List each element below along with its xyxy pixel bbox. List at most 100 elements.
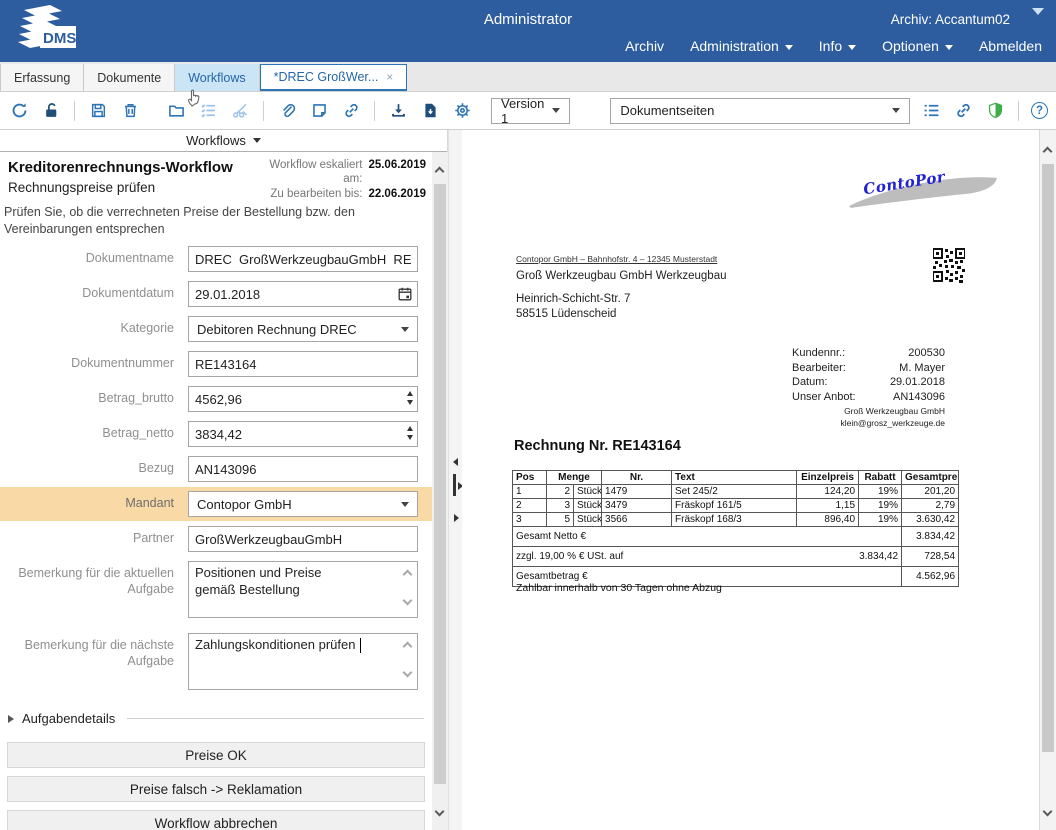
field-label: Kategorie xyxy=(0,321,188,337)
collapse-left-icon[interactable] xyxy=(453,458,458,466)
document-viewer: ContoPor Contopor GmbH – Bahnhofstr. 4 –… xyxy=(462,130,1040,830)
workflow-task-name: Rechnungspreise prüfen xyxy=(8,180,233,195)
workflow-abbrechen-button[interactable]: Workflow abbrechen xyxy=(7,810,425,830)
download-icon[interactable] xyxy=(387,100,409,122)
mandant-select[interactable]: Contopor GmbH xyxy=(188,491,418,517)
field-label: Betrag_netto xyxy=(0,426,188,442)
aufgabendetails-expander[interactable]: Aufgabendetails xyxy=(8,711,424,726)
escalated-date: 25.06.2019 xyxy=(368,159,426,187)
document-scrollbar[interactable] xyxy=(1040,130,1056,830)
kategorie-select[interactable]: Debitoren Rechnung DREC xyxy=(188,316,418,342)
preise-falsch-button[interactable]: Preise falsch -> Reklamation xyxy=(7,776,425,802)
refresh-icon[interactable] xyxy=(8,100,30,122)
archive-dropdown-caret-icon[interactable] xyxy=(1032,8,1044,15)
version-select[interactable]: Version 1 xyxy=(491,98,570,124)
menu-item-optionen[interactable]: Optionen xyxy=(882,38,953,54)
invoice-page: ContoPor Contopor GmbH – Bahnhofstr. 4 –… xyxy=(462,130,1039,830)
due-label: Zu bearbeiten bis: xyxy=(262,188,362,202)
number-stepper[interactable] xyxy=(407,426,413,440)
betrag-brutto-input[interactable] xyxy=(188,386,418,412)
index-list-icon[interactable] xyxy=(920,100,942,122)
link-icon[interactable] xyxy=(340,100,362,122)
folder-icon[interactable] xyxy=(165,100,187,122)
close-tab-icon[interactable]: × xyxy=(386,71,393,83)
toolbar-separator xyxy=(1018,101,1019,121)
chevron-down-icon xyxy=(945,45,953,50)
toolbar-separator xyxy=(263,101,264,121)
bemerkung-aktuell-textarea[interactable] xyxy=(188,561,418,618)
scrollbar-thumb[interactable] xyxy=(1042,164,1054,752)
field-label: Bemerkung für die nächste Aufgabe xyxy=(0,633,188,669)
field-label: Bemerkung für die aktuellen Aufgabe xyxy=(0,561,188,597)
table-row: 23Stück3479Fräskopf 161/51,1519%2,79 xyxy=(513,499,959,513)
number-stepper[interactable] xyxy=(407,391,413,405)
document-pages-select[interactable]: Dokumentseiten xyxy=(610,98,910,124)
save-icon[interactable] xyxy=(87,100,109,122)
step-down-icon[interactable] xyxy=(407,400,413,405)
betrag-netto-input[interactable] xyxy=(188,421,418,447)
scroll-up-icon[interactable] xyxy=(436,162,443,180)
workflow-name: Kreditorenrechnungs-Workflow xyxy=(8,159,233,178)
tab-dokumente[interactable]: Dokumente xyxy=(84,64,175,91)
chevron-down-icon xyxy=(401,502,409,507)
field-label: Bezug xyxy=(0,461,188,477)
note-icon[interactable] xyxy=(308,100,330,122)
tab-erfassung[interactable]: Erfassung xyxy=(0,64,84,91)
menu-item-abmelden[interactable]: Abmelden xyxy=(979,38,1042,54)
delete-icon[interactable] xyxy=(119,100,141,122)
dokumentdatum-input[interactable] xyxy=(188,281,418,307)
workflow-panel: Workflows Kreditorenrechnungs-Workflow R… xyxy=(0,130,448,830)
main-menu: Archiv Administration Info Optionen Abme… xyxy=(625,38,1042,54)
payment-terms: Zahlbar innerhalb von 30 Tagen ohne Abzu… xyxy=(516,582,722,594)
unlock-icon[interactable] xyxy=(40,100,62,122)
field-label: Mandant xyxy=(0,496,188,512)
dokumentnummer-input[interactable] xyxy=(188,351,418,377)
partner-input[interactable] xyxy=(188,526,418,552)
shield-icon[interactable] xyxy=(984,100,1006,122)
bemerkung-naechste-textarea[interactable] xyxy=(188,633,418,690)
tab-workflows[interactable]: Workflows xyxy=(175,64,259,91)
menu-item-administration[interactable]: Administration xyxy=(690,38,793,54)
chevron-right-icon xyxy=(8,715,14,723)
left-panel-scrollbar[interactable] xyxy=(432,152,448,830)
dokumentname-input[interactable] xyxy=(188,246,418,272)
scroll-down-icon[interactable] xyxy=(1044,802,1051,820)
field-row-kategorie: Kategorie Debitoren Rechnung DREC xyxy=(0,316,432,342)
panel-splitter[interactable] xyxy=(448,130,462,830)
field-row-dokumentname: Dokumentname xyxy=(0,246,432,272)
menu-item-info[interactable]: Info xyxy=(819,38,856,54)
splitter-grip[interactable] xyxy=(453,474,456,496)
export-document-icon[interactable] xyxy=(419,100,441,122)
chevron-down-icon xyxy=(892,108,900,113)
attachment-icon[interactable] xyxy=(276,100,298,122)
calendar-icon[interactable] xyxy=(397,286,413,302)
field-row-bemerkung-naechste: Bemerkung für die nächste Aufgabe xyxy=(0,633,432,695)
text-caret xyxy=(360,638,361,653)
settings-gear-icon[interactable] xyxy=(451,100,473,122)
step-down-icon[interactable] xyxy=(407,435,413,440)
collapse-right-icon[interactable] xyxy=(454,514,459,522)
toolbar-separator xyxy=(374,101,375,121)
tab-document-active[interactable]: *DREC GroßWer...× xyxy=(260,64,408,91)
workflow-form: Kreditorenrechnungs-Workflow Rechnungspr… xyxy=(0,152,432,830)
field-label: Partner xyxy=(0,531,188,547)
preise-ok-button[interactable]: Preise OK xyxy=(7,742,425,768)
hyperlink-icon[interactable] xyxy=(952,100,974,122)
field-row-mandant: Mandant Contopor GmbH xyxy=(0,487,432,521)
escalated-label: Workflow eskaliert am: xyxy=(262,159,362,187)
menu-item-archiv[interactable]: Archiv xyxy=(625,38,664,54)
scroll-down-icon[interactable] xyxy=(436,802,443,820)
workflow-panel-select[interactable]: Workflows xyxy=(0,130,447,152)
main-area: Workflows Kreditorenrechnungs-Workflow R… xyxy=(0,130,1056,830)
cut-icon[interactable] xyxy=(229,100,251,122)
step-up-icon[interactable] xyxy=(407,426,413,431)
step-up-icon[interactable] xyxy=(407,391,413,396)
bezug-input[interactable] xyxy=(188,456,418,482)
scrollbar-thumb[interactable] xyxy=(434,184,446,784)
scroll-up-icon[interactable] xyxy=(1044,142,1051,160)
field-row-bezug: Bezug xyxy=(0,456,432,482)
invoice-table: Pos Menge Nr. Text Einzelpreis Rabatt Ge… xyxy=(512,470,959,587)
chevron-down-icon xyxy=(848,45,856,50)
help-icon[interactable]: ? xyxy=(1031,102,1048,119)
checklist-icon[interactable] xyxy=(197,100,219,122)
